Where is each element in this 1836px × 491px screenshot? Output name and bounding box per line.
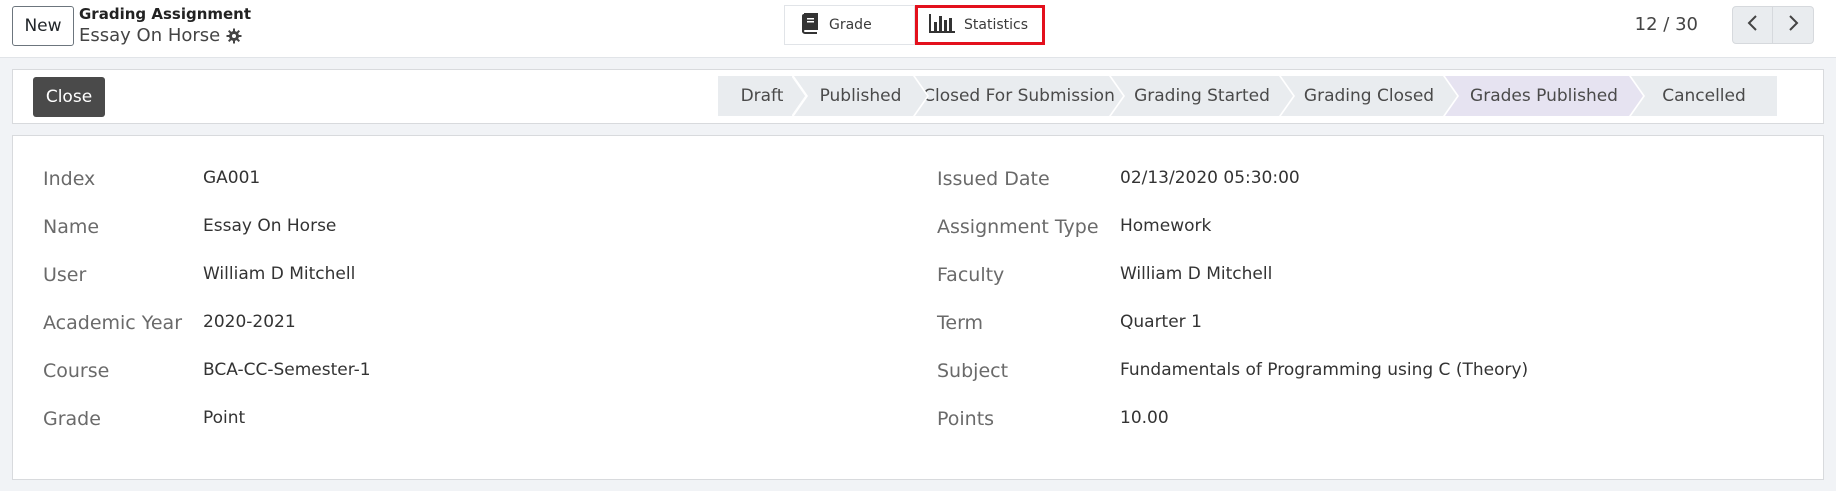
stage-label: Grading Closed [1303, 86, 1435, 106]
gear-icon[interactable] [226, 28, 242, 44]
statistics-smart-button[interactable]: Statistics [915, 5, 1045, 45]
stage-published[interactable]: Published [794, 76, 927, 116]
stage-label: Grades Published [1470, 86, 1618, 106]
stage-label: Published [819, 86, 902, 106]
field-value[interactable]: Fundamentals of Programming using C (The… [1120, 360, 1528, 380]
grade-smart-button[interactable]: Grade [784, 5, 915, 45]
field-value[interactable]: William D Mitchell [203, 264, 355, 284]
breadcrumb-parent[interactable]: Grading Assignment [79, 5, 251, 23]
field-value: GA001 [203, 168, 261, 188]
smart-buttons: Grade Statistics [784, 5, 1045, 45]
chevron-right-icon [1786, 14, 1800, 36]
field-label: Grade [43, 408, 101, 430]
field-label: Term [937, 312, 984, 334]
stage-label: Cancelled [1662, 86, 1746, 106]
field-value: Essay On Horse [203, 216, 337, 236]
stage-draft[interactable]: Draft [718, 76, 806, 116]
stage-pipeline: Draft Published Closed For Submission Gr… [718, 76, 1777, 116]
stage-closed-for-submission[interactable]: Closed For Submission [915, 76, 1123, 116]
stage-label: Closed For Submission [923, 86, 1115, 106]
field-label: Subject [937, 360, 1009, 382]
stage-grading-closed[interactable]: Grading Closed [1281, 76, 1457, 116]
field-label: Course [43, 360, 110, 382]
field-label: Points [937, 408, 995, 430]
pager-buttons [1732, 6, 1814, 44]
bar-chart-icon [928, 12, 956, 38]
field-label: Assignment Type [937, 216, 1099, 238]
grade-smart-button-label: Grade [829, 17, 872, 33]
close-button[interactable]: Close [33, 77, 105, 117]
field-value[interactable]: BCA-CC-Semester-1 [203, 360, 371, 380]
pager-counter[interactable]: 12 / 30 [1635, 14, 1698, 35]
field-value[interactable]: Homework [1120, 216, 1211, 236]
stage-grades-published[interactable]: Grades Published [1445, 76, 1643, 116]
record-title-text: Essay On Horse [79, 25, 221, 46]
pager-previous-button[interactable] [1732, 6, 1773, 44]
stage-label: Draft [740, 86, 784, 106]
status-bar: Close Draft Published Closed For Submiss… [12, 69, 1824, 124]
book-icon [799, 12, 821, 38]
record-title: Essay On Horse [79, 25, 242, 46]
stage-label: Grading Started [1134, 86, 1270, 106]
form-sheet: Index GA001 Name Essay On Horse User Wil… [12, 135, 1824, 480]
field-label: Name [43, 216, 100, 238]
stage-grading-started[interactable]: Grading Started [1111, 76, 1293, 116]
field-value[interactable]: 2020-2021 [203, 312, 296, 332]
field-value[interactable]: William D Mitchell [1120, 264, 1272, 284]
control-panel: New Grading Assignment Essay On Horse Gr… [0, 0, 1836, 58]
new-button[interactable]: New [12, 6, 74, 46]
pager-next-button[interactable] [1773, 6, 1814, 44]
field-label: Faculty [937, 264, 1005, 286]
stage-cancelled[interactable]: Cancelled [1631, 76, 1777, 116]
field-value: 02/13/2020 05:30:00 [1120, 168, 1300, 188]
field-label: Index [43, 168, 96, 190]
field-label: Issued Date [937, 168, 1050, 190]
field-value: 10.00 [1120, 408, 1169, 428]
field-label: User [43, 264, 87, 286]
field-label: Academic Year [43, 312, 183, 334]
field-value[interactable]: Quarter 1 [1120, 312, 1202, 332]
statistics-smart-button-label: Statistics [964, 17, 1028, 33]
chevron-left-icon [1746, 14, 1760, 36]
field-value: Point [203, 408, 246, 428]
